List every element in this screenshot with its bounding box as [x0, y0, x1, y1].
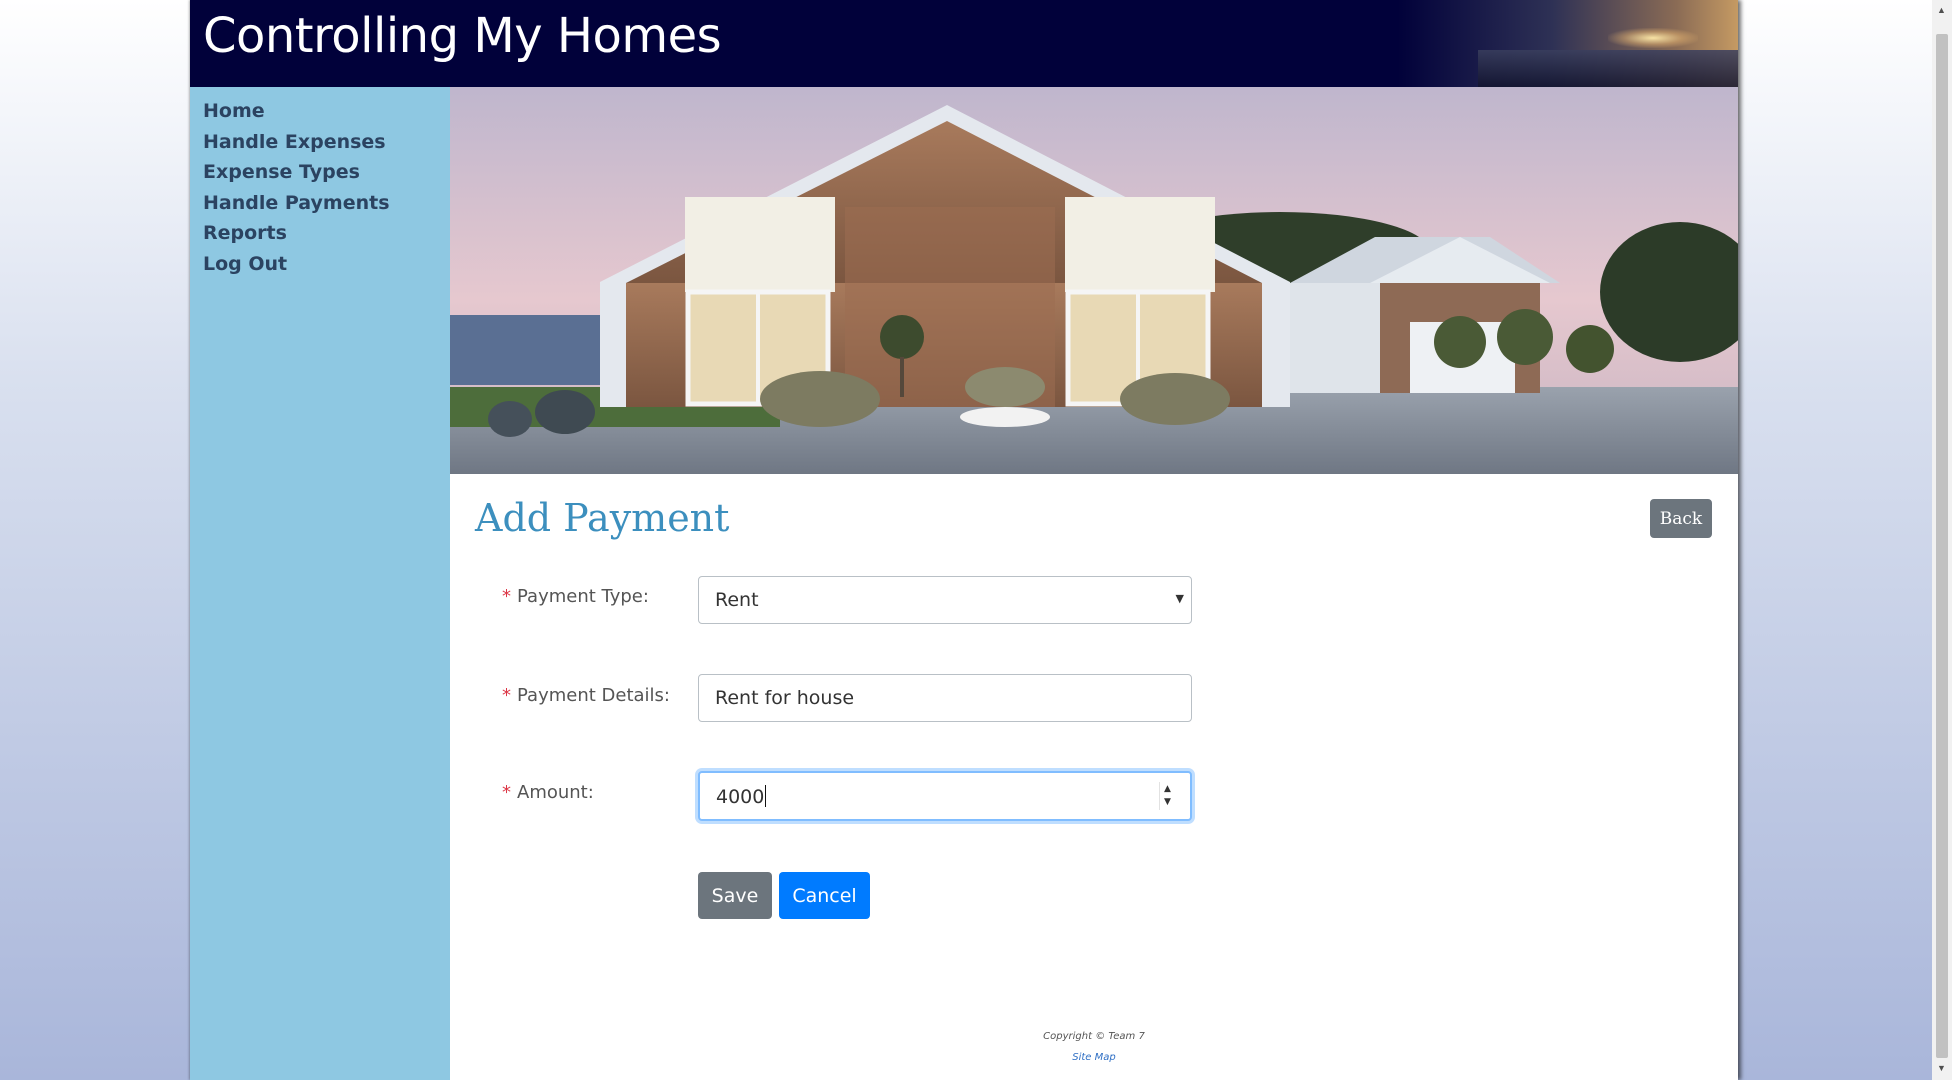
scroll-down-icon[interactable]: ▼: [1937, 1063, 1946, 1073]
site-title: Controlling My Homes: [203, 8, 722, 64]
payment-details-value: Rent for house: [715, 687, 855, 709]
payment-type-value: Rent: [715, 589, 759, 611]
nav-link-log-out[interactable]: Log Out: [203, 253, 287, 275]
required-mark: *: [502, 782, 511, 803]
spinner-icon[interactable]: ▲ ▼: [1159, 782, 1176, 810]
header-sunset-glow: [1608, 28, 1698, 48]
amount-value: 4000: [716, 786, 765, 808]
amount-input[interactable]: 4000 ▲ ▼: [698, 771, 1192, 821]
page-container: Controlling My Homes Home Handle Expense…: [190, 0, 1738, 1080]
nav-item-home: Home: [203, 100, 450, 131]
amount-label: * Amount:: [502, 782, 594, 803]
back-button[interactable]: Back: [1650, 499, 1712, 538]
save-button[interactable]: Save: [698, 872, 772, 919]
nav-link-home[interactable]: Home: [203, 100, 265, 122]
nav-item-handle-expenses: Handle Expenses: [203, 131, 450, 162]
nav-link-handle-payments[interactable]: Handle Payments: [203, 192, 390, 214]
scrollbar-thumb[interactable]: [1936, 34, 1948, 1058]
nav-link-expense-types[interactable]: Expense Types: [203, 161, 360, 183]
nav-item-log-out: Log Out: [203, 253, 450, 284]
payment-details-label: * Payment Details:: [502, 685, 670, 706]
payment-type-label-text: Payment Type:: [517, 586, 649, 607]
cancel-button[interactable]: Cancel: [779, 872, 870, 919]
header-sunset-sea: [1478, 50, 1738, 87]
text-cursor: [765, 785, 767, 807]
nav-item-expense-types: Expense Types: [203, 161, 450, 192]
spinner-down-icon[interactable]: ▼: [1164, 797, 1171, 807]
amount-value-wrap: 4000: [716, 785, 767, 808]
payment-details-label-text: Payment Details:: [517, 685, 670, 706]
footer-copyright: Copyright © Team 7: [1043, 1031, 1145, 1042]
sitemap-link[interactable]: Site Map: [450, 1052, 1738, 1063]
payment-type-select[interactable]: Rent ▼: [698, 576, 1192, 624]
site-header: Controlling My Homes: [190, 0, 1738, 87]
sidebar: Home Handle Expenses Expense Types Handl…: [190, 87, 450, 1080]
scroll-up-icon[interactable]: ▲: [1937, 5, 1946, 15]
required-mark: *: [502, 685, 511, 706]
hero-image: [450, 87, 1738, 474]
page-scrollbar[interactable]: ▲ ▼: [1932, 0, 1952, 1080]
required-mark: *: [502, 586, 511, 607]
main-content: Add Payment Back * Payment Type: Rent ▼ *…: [450, 474, 1738, 1080]
chevron-down-icon: ▼: [1175, 592, 1184, 605]
nav-menu: Home Handle Expenses Expense Types Handl…: [190, 87, 450, 283]
nav-item-handle-payments: Handle Payments: [203, 192, 450, 223]
payment-details-input[interactable]: Rent for house: [698, 674, 1192, 722]
amount-label-text: Amount:: [517, 782, 594, 803]
nav-link-reports[interactable]: Reports: [203, 222, 287, 244]
nav-link-handle-expenses[interactable]: Handle Expenses: [203, 131, 386, 153]
page-title: Add Payment: [475, 496, 730, 540]
spinner-up-icon[interactable]: ▲: [1164, 784, 1171, 794]
payment-type-label: * Payment Type:: [502, 586, 649, 607]
nav-item-reports: Reports: [203, 222, 450, 253]
house-illustration: [450, 87, 1738, 474]
